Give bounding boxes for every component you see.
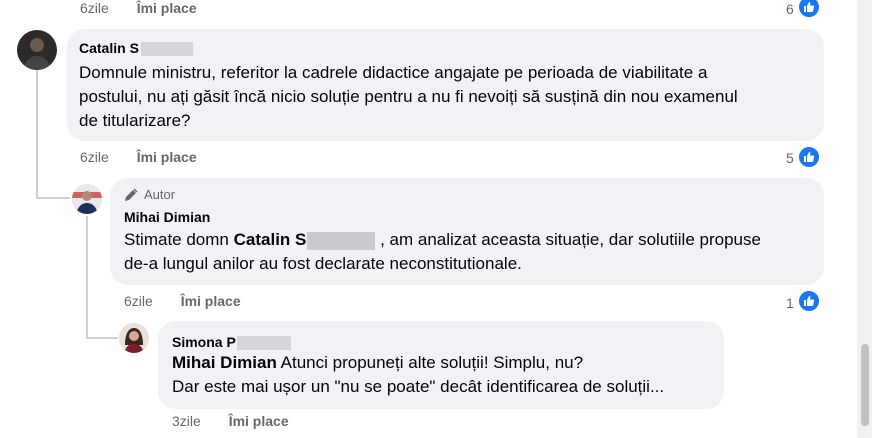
thread-branch	[36, 197, 70, 199]
thumbs-up-icon	[797, 0, 821, 19]
comment-actions: 6zile Îmi place	[80, 149, 197, 165]
reply-bubble-mihai: Autor Mihai Dimian Stimate domn Catalin …	[110, 178, 824, 285]
reply-author[interactable]: Simona P	[172, 334, 291, 351]
thread-line-2	[86, 216, 88, 338]
reply-actions: 3zile Îmi place	[172, 413, 289, 429]
like-count[interactable]: 5	[786, 150, 794, 166]
reply-actions: 6zile Îmi place	[124, 293, 241, 309]
avatar-catalin[interactable]	[17, 30, 57, 70]
top-comment-actions: 6zile Îmi place	[80, 0, 197, 16]
like-count[interactable]: 1	[786, 295, 794, 311]
pencil-icon	[124, 188, 138, 202]
like-button[interactable]: Îmi place	[181, 293, 241, 309]
top-like-count[interactable]: 6	[786, 1, 794, 17]
reply-time[interactable]: 6zile	[124, 293, 153, 309]
avatar-simona[interactable]	[119, 323, 149, 353]
mention-link[interactable]: Catalin S	[234, 230, 376, 250]
top-time[interactable]: 6zile	[80, 0, 109, 16]
reply-text: Stimate domn Catalin S , am analizat ace…	[124, 230, 761, 273]
reply-text: Mihai Dimian Atunci propuneți alte soluț…	[172, 353, 665, 396]
reply-time[interactable]: 3zile	[172, 413, 201, 429]
like-button[interactable]: Îmi place	[229, 413, 289, 429]
comment-bubble-catalin: Catalin S Domnule ministru, referitor la…	[67, 29, 824, 141]
reply-bubble-simona: Simona P Mihai Dimian Atunci propuneți a…	[158, 321, 724, 409]
reply-author[interactable]: Mihai Dimian	[124, 209, 210, 225]
thumbs-up-icon	[797, 145, 821, 169]
comment-author[interactable]: Catalin S	[79, 40, 193, 57]
top-like-button[interactable]: Îmi place	[137, 0, 197, 16]
comment-text: Domnule ministru, referitor la cadrele d…	[79, 63, 738, 130]
like-button[interactable]: Îmi place	[137, 149, 197, 165]
avatar-mihai[interactable]	[72, 184, 102, 214]
thread-line	[36, 70, 38, 198]
comment-time[interactable]: 6zile	[80, 149, 109, 165]
author-badge: Autor	[124, 187, 175, 202]
thread-branch-2	[86, 337, 118, 339]
scrollbar-thumb[interactable]	[861, 344, 869, 426]
mention-link[interactable]: Mihai Dimian	[172, 353, 277, 372]
thumbs-up-icon	[797, 289, 821, 313]
